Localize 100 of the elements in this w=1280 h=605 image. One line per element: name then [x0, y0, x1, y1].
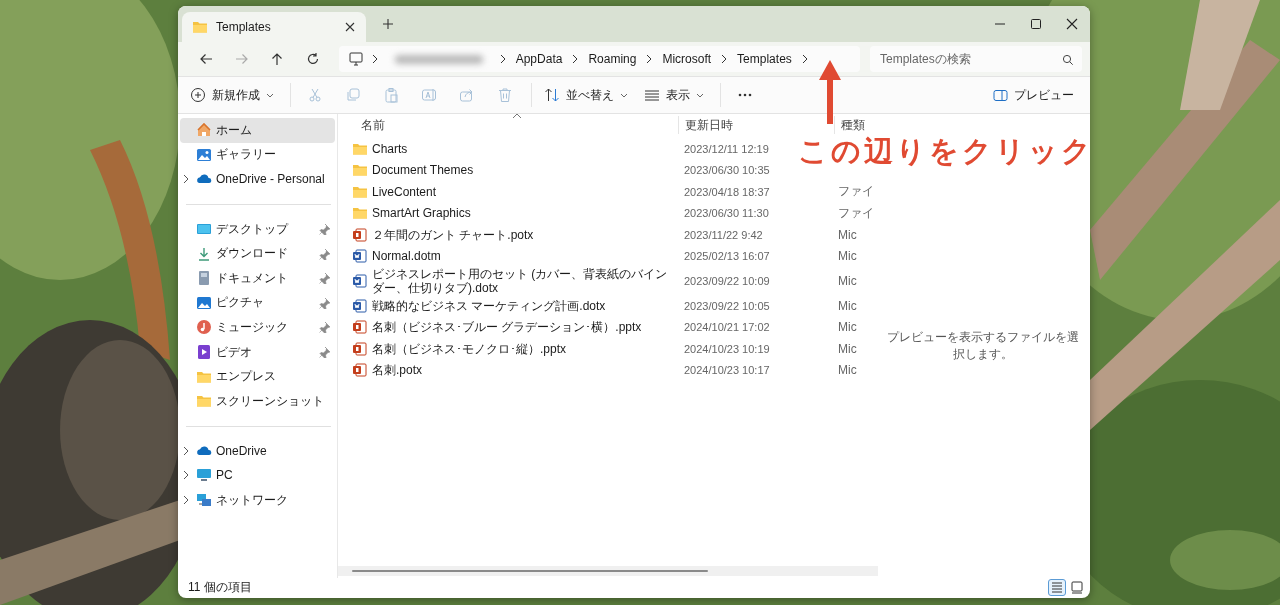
- sidebar-item[interactable]: ネットワーク: [180, 487, 335, 513]
- caret-icon[interactable]: [266, 91, 274, 99]
- modified-date: 2024/10/23 10:19: [684, 342, 770, 355]
- folder-icon: [196, 393, 212, 410]
- folder-icon: [192, 19, 208, 35]
- presentation-file-icon: [352, 226, 368, 243]
- chevron-right-icon[interactable]: [182, 495, 190, 505]
- file-name[interactable]: Normal.dotm: [338, 248, 678, 265]
- download-icon: [196, 245, 212, 262]
- sidebar-item[interactable]: デスクトップ: [180, 216, 335, 242]
- breadcrumb-item[interactable]: Templates: [736, 52, 793, 66]
- file-name[interactable]: Charts: [338, 140, 678, 157]
- modified-date: 2024/10/23 10:17: [684, 364, 770, 377]
- chevron-right-icon[interactable]: [370, 54, 379, 64]
- computer-icon[interactable]: [348, 52, 363, 66]
- window-tab[interactable]: Templates: [182, 12, 366, 42]
- plus-icon[interactable]: [190, 87, 206, 103]
- music-icon: [196, 319, 212, 336]
- chevron-right-icon[interactable]: [800, 54, 809, 64]
- close-icon[interactable]: [1066, 18, 1078, 30]
- chevron-right-icon[interactable]: [182, 174, 190, 185]
- file-name[interactable]: 名刺（ビジネス･ブルー グラデーション･横）.pptx: [338, 319, 678, 336]
- up-arrow-annotation: [818, 60, 842, 124]
- document-file-icon: [352, 248, 368, 265]
- chevron-right-icon[interactable]: [571, 54, 580, 64]
- document-file-icon: [352, 273, 368, 289]
- file-name[interactable]: 戦略的なビジネス マーケティング計画.dotx: [338, 297, 678, 314]
- address-bar[interactable]: AppData Roaming Microsoft Templates: [338, 46, 860, 72]
- modified-date: 2023/04/18 18:37: [684, 185, 770, 198]
- modified-date: 2023/09/22 10:09: [684, 275, 770, 287]
- sort-icon[interactable]: [544, 87, 560, 103]
- file-name[interactable]: ２年間のガント チャート.potx: [338, 226, 678, 243]
- chevron-right-icon[interactable]: [498, 54, 507, 64]
- sidebar-item[interactable]: ドキュメント: [180, 265, 335, 291]
- modified-date: 2023/11/22 9:42: [684, 228, 763, 241]
- sidebar-item[interactable]: OneDrive - Personal: [180, 167, 335, 192]
- document-icon: [196, 270, 212, 287]
- breadcrumb-item[interactable]: Microsoft: [661, 52, 713, 66]
- file-type: Mic: [838, 341, 857, 356]
- file-name[interactable]: ビジネスレポート用のセット (カバー、背表紙のバインダー、仕切りタブ).dotx: [338, 267, 678, 295]
- modified-date: 2025/02/13 16:07: [684, 250, 770, 263]
- breadcrumb-item[interactable]: AppData: [514, 52, 564, 66]
- modified-date: 2023/12/11 12:19: [684, 142, 769, 155]
- sidebar-item[interactable]: OneDrive: [180, 438, 335, 464]
- modified-date: 2023/09/22 10:05: [684, 299, 770, 312]
- scrollbar-thumb[interactable]: [352, 570, 708, 572]
- modified-date: 2023/06/30 10:35: [684, 164, 770, 177]
- sidebar-item[interactable]: ダウンロード: [180, 241, 335, 266]
- new-tab-icon[interactable]: [382, 18, 394, 30]
- sidebar-item[interactable]: ホーム: [180, 118, 335, 143]
- chevron-right-icon[interactable]: [182, 470, 190, 481]
- file-name[interactable]: LiveContent: [338, 183, 678, 200]
- file-type: Mic: [838, 227, 857, 242]
- network-icon: [196, 492, 212, 508]
- preview-pane-icon[interactable]: [993, 87, 1008, 103]
- list-view-icon[interactable]: [644, 87, 660, 103]
- sidebar-item[interactable]: ピクチャ: [180, 290, 335, 316]
- sort-caret-icon: [512, 113, 522, 119]
- preview-button[interactable]: プレビュー: [987, 81, 1080, 109]
- file-name[interactable]: Document Themes: [338, 162, 678, 179]
- file-type: Mic: [838, 298, 857, 313]
- caret-icon[interactable]: [620, 91, 628, 99]
- document-file-icon: [352, 297, 368, 314]
- column-header[interactable]: 種類: [834, 116, 876, 134]
- folder-icon: [352, 205, 368, 222]
- file-type: ファイ: [838, 205, 874, 220]
- file-type: Mic: [838, 363, 857, 378]
- gallery-icon: [196, 146, 212, 163]
- caret-icon[interactable]: [696, 91, 704, 99]
- search-field[interactable]: Templatesの検索: [870, 46, 1082, 72]
- chevron-right-icon[interactable]: [645, 54, 654, 64]
- close-icon[interactable]: [344, 21, 356, 33]
- video-icon: [196, 344, 212, 361]
- sidebar-item[interactable]: エンプレス: [180, 364, 335, 389]
- toolbar-button[interactable]: 並べ替え: [538, 81, 634, 109]
- preview-message: プレビューを表示するファイルを選択します。: [886, 329, 1080, 363]
- file-name[interactable]: 名刺.potx: [338, 362, 678, 379]
- maximize-icon[interactable]: [1030, 18, 1042, 30]
- refresh-icon[interactable]: [305, 52, 320, 66]
- item-count: 11 個の項目: [188, 578, 252, 596]
- toolbar-button[interactable]: 表示: [638, 81, 710, 109]
- column-header[interactable]: 名前: [338, 116, 678, 134]
- chevron-right-icon[interactable]: [182, 445, 190, 456]
- file-type: Mic: [838, 274, 857, 288]
- computer-icon: [196, 467, 212, 484]
- sidebar-item[interactable]: ミュージック: [180, 315, 335, 340]
- file-name[interactable]: SmartArt Graphics: [338, 205, 678, 222]
- sidebar-item[interactable]: ギャラリー: [180, 142, 335, 168]
- sidebar-item[interactable]: PC: [180, 463, 335, 488]
- back-arrow-icon[interactable]: [198, 52, 213, 66]
- file-type: Mic: [838, 320, 857, 335]
- presentation-file-icon: [352, 340, 368, 357]
- sidebar-item[interactable]: スクリーンショット: [180, 388, 335, 414]
- sidebar-item[interactable]: ビデオ: [180, 339, 335, 365]
- file-name[interactable]: 名刺（ビジネス･モノクロ･縦）.pptx: [338, 340, 678, 357]
- file-type: Mic: [838, 249, 857, 264]
- search-icon[interactable]: [1062, 53, 1073, 65]
- toolbar-button[interactable]: 新規作成: [184, 81, 280, 109]
- breadcrumb-item[interactable]: Roaming: [587, 52, 638, 66]
- chevron-right-icon[interactable]: [720, 54, 729, 64]
